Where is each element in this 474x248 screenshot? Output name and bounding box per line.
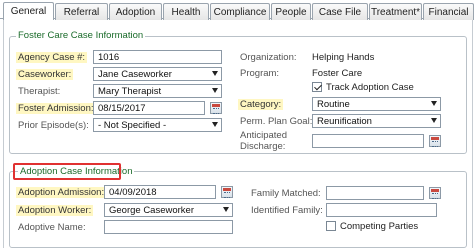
tab-general[interactable]: General <box>3 2 54 20</box>
tab-compliance[interactable]: Compliance <box>210 3 270 20</box>
competing-parties-checkbox[interactable] <box>326 221 336 231</box>
agency-case-input[interactable]: 1016 <box>93 50 222 64</box>
caseworker-select[interactable]: Jane Caseworker <box>93 67 222 81</box>
tab-health[interactable]: Health <box>163 3 209 20</box>
anticipated-discharge-input[interactable] <box>312 134 424 148</box>
tab-financial[interactable]: Financial <box>423 3 474 20</box>
adoptive-name-input[interactable] <box>104 220 233 234</box>
chevron-down-icon <box>431 118 437 123</box>
track-adoption-label: Track Adoption Case <box>326 82 414 93</box>
program-value: Foster Care <box>312 68 363 79</box>
tab-bar: General Referral Adoption Health Complia… <box>0 0 474 20</box>
identified-family-label: Identified Family: <box>251 205 323 216</box>
program-label: Program: <box>240 68 280 79</box>
prior-episodes-select[interactable]: - Not Specified - <box>93 118 222 132</box>
organization-value: Helping Hands <box>312 52 375 63</box>
chevron-down-icon <box>223 207 229 212</box>
tab-case-file[interactable]: Case File <box>312 3 368 20</box>
perm-plan-value: Reunification <box>317 115 372 127</box>
foster-admission-label: Foster Admission: <box>16 103 96 114</box>
adoption-worker-select[interactable]: George Caseworker <box>104 203 233 217</box>
discharge-label: Discharge: <box>240 141 286 152</box>
tab-referral[interactable]: Referral <box>55 3 108 20</box>
perm-plan-select[interactable]: Reunification <box>312 114 441 128</box>
chevron-down-icon <box>431 101 437 106</box>
caseworker-value: Jane Caseworker <box>98 68 172 80</box>
family-matched-input[interactable] <box>326 186 424 200</box>
therapist-select[interactable]: Mary Therapist <box>93 84 222 98</box>
prior-episodes-value: - Not Specified - <box>98 119 167 131</box>
tab-people[interactable]: People <box>271 3 311 20</box>
highlight-callout <box>13 163 121 180</box>
prior-episodes-label: Prior Episode(s): <box>18 120 89 131</box>
category-select[interactable]: Routine <box>312 97 441 111</box>
identified-family-input[interactable] <box>326 203 437 217</box>
foster-care-legend: Foster Care Case Information <box>16 30 146 41</box>
therapist-value: Mary Therapist <box>98 85 162 97</box>
anticipated-label: Anticipated <box>240 130 288 141</box>
calendar-icon[interactable] <box>221 186 233 198</box>
tab-treatment[interactable]: Treatment* <box>369 3 422 20</box>
category-value: Routine <box>317 98 350 110</box>
calendar-icon[interactable] <box>210 102 222 114</box>
organization-label: Organization: <box>240 52 297 63</box>
therapist-label: Therapist: <box>18 86 61 97</box>
track-adoption-checkbox[interactable] <box>312 82 322 92</box>
adoption-worker-label: Adoption Worker: <box>16 205 94 216</box>
adoptive-name-label: Adoptive Name: <box>18 222 86 233</box>
adoption-worker-value: George Caseworker <box>109 204 195 216</box>
chevron-down-icon <box>212 122 218 127</box>
foster-admission-input[interactable]: 08/15/2017 <box>93 101 205 115</box>
chevron-down-icon <box>212 71 218 76</box>
caseworker-label: Caseworker: <box>16 69 74 80</box>
calendar-icon[interactable] <box>429 135 441 147</box>
chevron-down-icon <box>212 88 218 93</box>
competing-parties-label: Competing Parties <box>340 221 419 232</box>
calendar-icon[interactable] <box>429 187 441 199</box>
agency-case-label: Agency Case #: <box>16 52 88 63</box>
tab-adoption[interactable]: Adoption <box>109 3 162 20</box>
family-matched-label: Family Matched: <box>251 188 321 199</box>
adoption-admission-input[interactable]: 04/09/2018 <box>104 185 216 199</box>
category-label: Category: <box>238 99 284 110</box>
perm-plan-label: Perm. Plan Goal: <box>240 116 313 127</box>
adoption-admission-label: Adoption Admission: <box>16 187 107 198</box>
